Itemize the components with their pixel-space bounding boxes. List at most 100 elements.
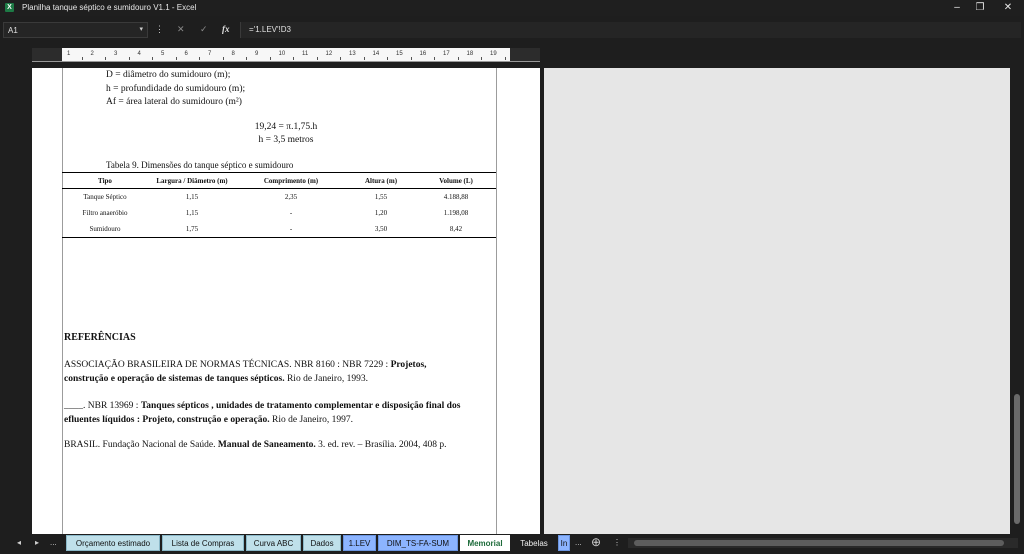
empty-page-area	[544, 68, 1010, 534]
tab-curva-abc[interactable]: Curva ABC	[246, 535, 301, 551]
table-cell: 4.188,88	[443, 193, 469, 201]
reference-title: construção e operação de sistemas de tan…	[64, 374, 285, 384]
close-button[interactable]: ✕	[1001, 1, 1015, 15]
definition-line: D = diâmetro do sumidouro (m);	[106, 70, 231, 80]
enter-check-icon[interactable]: ✓	[200, 24, 208, 35]
ruler-half-mark	[128, 57, 130, 60]
formula-bar: A1 ▾ ⋮ ✕ ✓ fx ='1.LEV'!D3	[0, 20, 1024, 40]
table-cell: 3,50	[346, 221, 416, 238]
table-header: Volume (L)	[416, 172, 496, 189]
equation-result: h = 3,5 metros	[258, 135, 314, 145]
more-tabs-left-button[interactable]: ...	[50, 538, 57, 547]
restore-button[interactable]: ❐	[973, 1, 987, 15]
table-cell: 1,75	[148, 221, 236, 238]
insert-function-icon[interactable]: fx	[222, 24, 230, 34]
left-gutter	[0, 68, 32, 534]
ruler-half-mark	[434, 57, 436, 60]
tab-dados[interactable]: Dados	[303, 535, 341, 551]
ruler-half-mark	[222, 57, 224, 60]
ruler-tick-label: 8	[231, 51, 235, 57]
reference-1-line-1: ASSOCIAÇÃO BRASILEIRA DE NORMAS TÉCNICAS…	[64, 360, 427, 370]
table-cell: 1,20	[374, 209, 388, 217]
ruler-half-mark	[340, 57, 342, 60]
dimensions-table: Tipo Largura / Diâmetro (m) Comprimento …	[62, 172, 496, 238]
ruler-tick-label: 2	[90, 51, 94, 57]
ruler-half-mark	[387, 57, 389, 60]
table-header-row: Tipo Largura / Diâmetro (m) Comprimento …	[62, 172, 496, 189]
tab-memorial[interactable]: Memorial	[460, 535, 510, 551]
reference-3: BRASIL. Fundação Nacional de Saúde. Manu…	[64, 440, 447, 450]
references-heading: REFERÊNCIAS	[64, 332, 136, 343]
reference-2-line-2: efluentes líquidos : Projeto, construção…	[64, 415, 353, 425]
reference-title: Manual de Saneamento.	[217, 440, 316, 450]
table-cell: 1,15	[185, 209, 199, 217]
equation-line: 19,24 = π.1,75.h	[254, 122, 318, 132]
vertical-scrollbar[interactable]	[1012, 68, 1022, 534]
reference-1-line-2: construção e operação de sistemas de tan…	[64, 374, 368, 384]
table-cell: Tanque Séptico	[83, 193, 127, 201]
reference-text: ____. NBR 13969 :	[64, 401, 141, 411]
table-cell: Sumidouro	[62, 221, 148, 238]
tab-tabelas[interactable]: Tabelas	[512, 535, 556, 551]
ruler-half-mark	[105, 57, 107, 60]
reference-text: 3. ed. rev. – Brasília. 2004, 408 p.	[315, 440, 447, 450]
table-header: Tipo	[62, 172, 148, 189]
more-options-icon[interactable]: ⋮	[155, 24, 164, 35]
table-cell: Filtro anaeróbio	[82, 209, 128, 217]
ruler-half-mark	[175, 57, 177, 60]
ruler-tick-label: 5	[161, 51, 165, 57]
tab-orcamento-estimado[interactable]: Orçamento estimado	[66, 535, 160, 551]
reference-text: ASSOCIAÇÃO BRASILEIRA DE NORMAS TÉCNICAS…	[64, 360, 391, 370]
ruler-half-mark	[457, 57, 459, 60]
formula-input[interactable]: ='1.LEV'!D3	[240, 22, 1021, 38]
table-row: Filtro anaeróbio 1,15 - 1,20 1.198,08	[62, 205, 496, 221]
horizontal-scroll-thumb[interactable]	[634, 540, 1004, 546]
sheet-options-icon[interactable]: ⋮	[613, 538, 621, 547]
reference-2-line-1: ____. NBR 13969 : Tanques sépticos , uni…	[64, 401, 460, 411]
name-box-value: A1	[8, 26, 18, 35]
ruler-tick-label: 18	[466, 51, 474, 57]
reference-text: Rio de Janeiro, 1993.	[284, 374, 368, 384]
tab-dim-ts-fa-sum[interactable]: DIM_TS-FA-SUM	[378, 535, 458, 551]
cancel-icon[interactable]: ✕	[177, 24, 185, 35]
ruler-tick-label: 6	[184, 51, 188, 57]
ruler-half-mark	[199, 57, 201, 60]
tab-partial[interactable]: In	[558, 535, 570, 551]
ruler-tick-label: 4	[137, 51, 141, 57]
page-preview: D = diâmetro do sumidouro (m); h = profu…	[32, 68, 540, 534]
table-header: Largura / Diâmetro (m)	[148, 172, 236, 189]
vertical-scroll-thumb[interactable]	[1014, 394, 1020, 524]
excel-app-icon: X	[5, 3, 14, 12]
ruler-half-mark	[81, 57, 83, 60]
table-cell: 2,35	[284, 193, 298, 201]
ruler-half-mark	[410, 57, 412, 60]
ruler-tick-label: 9	[255, 51, 259, 57]
ruler-tick-label: 17	[443, 51, 450, 57]
name-box[interactable]: A1 ▾	[3, 22, 148, 38]
tab-scroll-right-icon[interactable]: ▸	[35, 538, 39, 547]
ruler-tick-label: 15	[396, 51, 403, 57]
table-header: Altura (m)	[346, 172, 416, 189]
more-tabs-right-button[interactable]: ...	[575, 538, 582, 547]
table-row: Tanque Séptico 1,15 2,35 1,55 4.188,88	[62, 189, 496, 206]
table-header: Comprimento (m)	[236, 172, 346, 189]
chevron-down-icon[interactable]: ▾	[139, 25, 143, 33]
window-title: Planilha tanque séptico e sumidouro V1.1…	[22, 3, 197, 12]
ruler-half-mark	[316, 57, 318, 60]
ruler-tick-label: 10	[278, 51, 286, 57]
tab-lista-de-compras[interactable]: Lista de Compras	[162, 535, 244, 551]
minimize-button[interactable]: –	[950, 1, 964, 15]
table-cell: 1.198,08	[443, 209, 469, 217]
ruler-tick-label: 19	[490, 51, 497, 57]
add-sheet-icon[interactable]: ⊕	[591, 535, 601, 549]
tab-scroll-left-icon[interactable]: ◂	[17, 538, 21, 547]
ruler-tick-label: 3	[114, 51, 118, 57]
reference-title: efluentes líquidos : Projeto, construção…	[64, 415, 270, 425]
horizontal-scrollbar[interactable]	[628, 538, 1018, 548]
horizontal-ruler: 1 2 3 4 5 6 7 8 9 10 11 12 13 14 15 16 17 18 19	[32, 48, 540, 62]
reference-text: Rio de Janeiro, 1997.	[269, 415, 354, 425]
reference-text: BRASIL. Fundação Nacional de Saúde.	[64, 440, 218, 450]
ruler-half-mark	[363, 57, 365, 60]
definition-line: h = profundidade do sumidouro (m);	[106, 84, 246, 94]
tab-1-lev[interactable]: 1.LEV	[343, 535, 376, 551]
